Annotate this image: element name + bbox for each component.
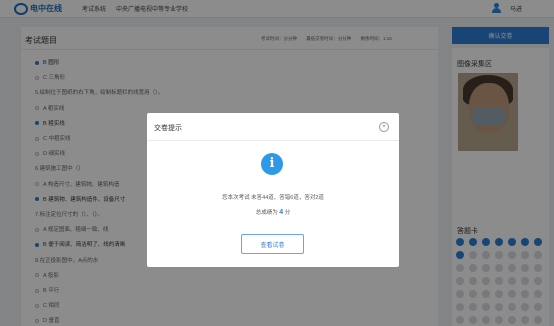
dialog-divider xyxy=(147,140,399,141)
score-line: 总成绩为 4 分 xyxy=(147,208,399,216)
view-paper-button[interactable]: 查看试卷 xyxy=(241,234,304,254)
submit-dialog: 交卷提示 × i 您本次考试 未答44道、答错6道，答对2道 总成绩为 4 分 … xyxy=(147,113,399,267)
score-prefix: 总成绩为 xyxy=(255,210,278,216)
score-value: 4 xyxy=(279,209,284,216)
dialog-title: 交卷提示 xyxy=(154,125,182,132)
info-icon: i xyxy=(261,153,283,175)
result-summary: 您本次考试 未答44道、答错6道，答对2道 xyxy=(222,195,324,201)
score-suffix: 分 xyxy=(284,210,291,216)
close-icon[interactable]: × xyxy=(379,122,389,132)
